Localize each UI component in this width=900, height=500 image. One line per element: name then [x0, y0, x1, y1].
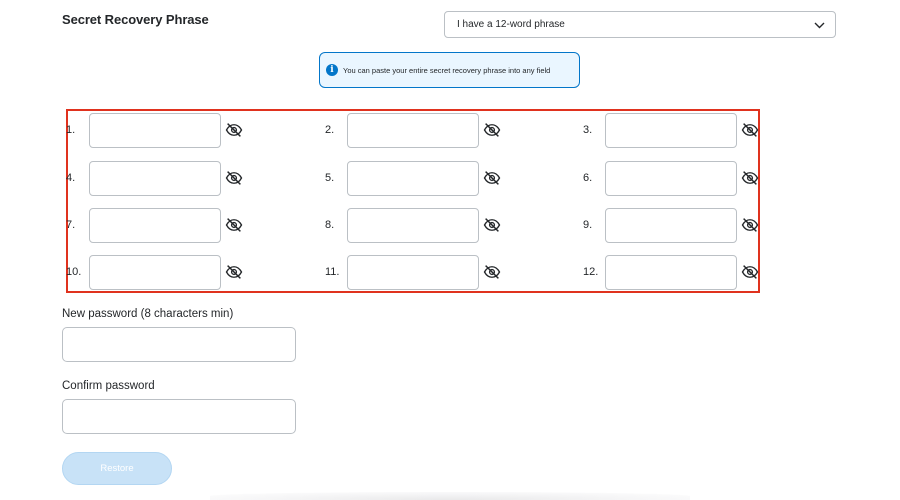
srp-word-input-1[interactable] [89, 113, 221, 148]
eye-slash-icon[interactable] [483, 263, 501, 281]
srp-word-number: 1. [66, 124, 76, 136]
srp-word-input-4[interactable] [89, 161, 221, 196]
srp-word-input-6[interactable] [605, 161, 737, 196]
srp-word-input-12[interactable] [605, 255, 737, 290]
phrase-length-dropdown[interactable]: I have a 12-word phrase [444, 11, 836, 38]
srp-word-input-5[interactable] [347, 161, 479, 196]
eye-slash-icon[interactable] [225, 169, 243, 187]
srp-word-number: 2. [325, 124, 335, 136]
eye-slash-icon[interactable] [741, 263, 759, 281]
srp-word-input-8[interactable] [347, 208, 479, 243]
srp-word-number: 12. [583, 266, 599, 278]
srp-word-number: 5. [325, 172, 335, 184]
info-banner-text: You can paste your entire secret recover… [343, 65, 551, 75]
srp-word-input-7[interactable] [89, 208, 221, 243]
srp-word-number: 9. [583, 219, 593, 231]
srp-word-number: 3. [583, 124, 593, 136]
new-password-input[interactable] [62, 327, 296, 362]
new-password-label: New password (8 characters min) [62, 308, 234, 320]
restore-button[interactable]: Restore [62, 452, 172, 485]
info-icon: i [326, 64, 338, 76]
srp-word-input-3[interactable] [605, 113, 737, 148]
srp-word-input-10[interactable] [89, 255, 221, 290]
srp-word-input-9[interactable] [605, 208, 737, 243]
eye-slash-icon[interactable] [483, 216, 501, 234]
srp-word-number: 6. [583, 172, 593, 184]
phrase-length-selected: I have a 12-word phrase [457, 19, 565, 30]
eye-slash-icon[interactable] [741, 216, 759, 234]
bottom-shadow [210, 492, 690, 500]
srp-word-number: 10. [66, 266, 82, 278]
confirm-password-label: Confirm password [62, 380, 155, 392]
eye-slash-icon[interactable] [741, 169, 759, 187]
eye-slash-icon[interactable] [741, 121, 759, 139]
eye-slash-icon[interactable] [483, 169, 501, 187]
eye-slash-icon[interactable] [225, 263, 243, 281]
srp-word-number: 4. [66, 172, 76, 184]
srp-word-input-11[interactable] [347, 255, 479, 290]
srp-word-number: 7. [66, 219, 76, 231]
srp-word-input-2[interactable] [347, 113, 479, 148]
srp-word-number: 11. [325, 266, 340, 278]
eye-slash-icon[interactable] [225, 216, 243, 234]
srp-word-number: 8. [325, 219, 335, 231]
chevron-down-icon [813, 19, 825, 31]
page-title: Secret Recovery Phrase [62, 12, 209, 27]
confirm-password-input[interactable] [62, 399, 296, 434]
info-banner: i You can paste your entire secret recov… [319, 52, 580, 88]
eye-slash-icon[interactable] [483, 121, 501, 139]
eye-slash-icon[interactable] [225, 121, 243, 139]
